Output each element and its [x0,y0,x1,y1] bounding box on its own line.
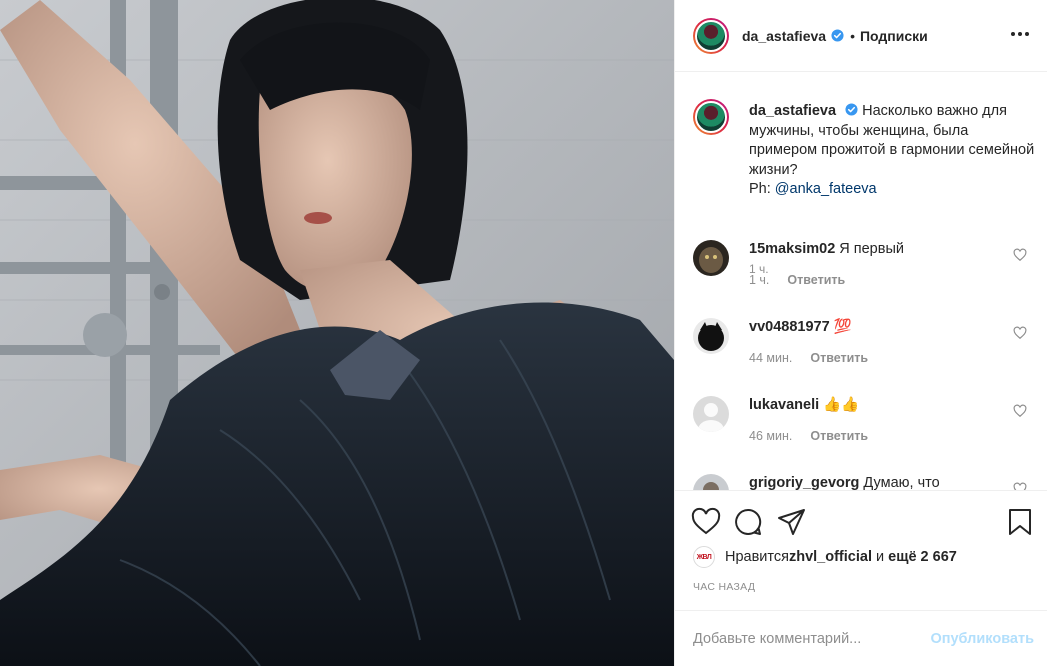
heart-icon[interactable] [1013,248,1027,262]
author-username[interactable]: da_astafieva [742,28,826,44]
comment-avatar[interactable] [693,318,729,354]
like-heart-icon[interactable] [691,507,721,537]
comment-text: Я первый [839,241,904,257]
comment-meta: 1 ч. Ответить [749,273,845,287]
comment-item: vv04881977 💯 44 мин. Ответить [693,318,1033,388]
caption-credit-prefix: Ph: [749,181,775,197]
caption-text: da_astafieva Насколько важно для мужчины… [749,102,1039,200]
comment-meta: 46 мин. Ответить [749,429,868,443]
comment-time[interactable]: 1 ч. [749,273,769,287]
liker-badge: ЖВЛ [696,553,712,561]
likes-prefix: Нравится [725,549,789,565]
post-photo-illustration [0,0,674,666]
comment-item: lukavaneli 👍👍 46 мин. Ответить [693,396,1033,466]
more-horizontal-icon[interactable] [1008,22,1032,46]
caption-avatar[interactable] [693,99,729,135]
instagram-post: da_astafieva • Подписки da_astafieva Нас… [0,0,1047,666]
verified-badge-icon [831,29,844,42]
following-button[interactable]: Подписки [860,28,928,44]
reply-button[interactable]: Ответить [810,429,868,443]
comment-meta: 44 мин. Ответить [749,351,868,365]
heart-icon[interactable] [1013,326,1027,340]
comment-item: 15maksim02 Я первый 1 ч. Ответить [693,240,1033,310]
comment-body: grigoriy_gevorg Думаю, что [749,474,999,490]
comment-username[interactable]: 15maksim02 [749,241,835,257]
comment-avatar[interactable] [693,474,729,490]
comment-username[interactable]: grigoriy_gevorg [749,475,859,490]
comment-time[interactable]: 44 мин. [749,351,792,365]
header-separator: • [850,27,855,44]
share-send-icon[interactable] [777,507,807,537]
comment-body: lukavaneli 👍👍 [749,396,999,414]
caption-credit-link[interactable]: @anka_fateeva [775,181,877,197]
liker-avatar[interactable]: ЖВЛ [693,546,715,568]
comment-body: vv04881977 💯 [749,318,999,336]
comment-input[interactable] [693,630,931,647]
comment-username[interactable]: vv04881977 [749,319,830,335]
post-side-panel: da_astafieva • Подписки da_astafieva Нас… [674,0,1047,666]
verified-badge-icon [845,103,858,116]
comment-avatar[interactable] [693,240,729,276]
publish-button[interactable]: Опубликовать [930,631,1034,647]
caption-username[interactable]: da_astafieva [749,103,836,119]
add-comment-bar: Опубликовать [675,610,1047,666]
reply-button[interactable]: Ответить [787,273,845,287]
comment-item: grigoriy_gevorg Думаю, что [693,474,1033,490]
post-timestamp[interactable]: ЧАС НАЗАД [693,581,755,593]
post-header: da_astafieva • Подписки [675,0,1047,72]
likes-summary[interactable]: ЖВЛ Нравится zhvl_official и ещё 2 667 [693,546,957,568]
comment-avatar[interactable] [693,396,729,432]
liker-username[interactable]: zhvl_official [789,549,872,565]
bookmark-save-icon[interactable] [1005,507,1035,537]
comment-time[interactable]: 46 мин. [749,429,792,443]
author-avatar[interactable] [693,17,729,54]
likes-middle: и [871,549,889,565]
reply-button[interactable]: Ответить [810,351,868,365]
comment-text: Думаю, что [863,475,940,490]
comment-text: 💯 [833,319,852,335]
comment-text: 👍👍 [823,397,860,413]
heart-icon[interactable] [1013,404,1027,418]
comment-bubble-icon[interactable] [733,507,763,537]
comments-list[interactable]: da_astafieva Насколько важно для мужчины… [675,72,1047,490]
comment-username[interactable]: lukavaneli [749,397,819,413]
post-photo[interactable] [0,0,674,666]
comment-body: 15maksim02 Я первый [749,240,999,258]
likes-count[interactable]: ещё 2 667 [888,549,957,565]
heart-icon[interactable] [1013,482,1027,490]
